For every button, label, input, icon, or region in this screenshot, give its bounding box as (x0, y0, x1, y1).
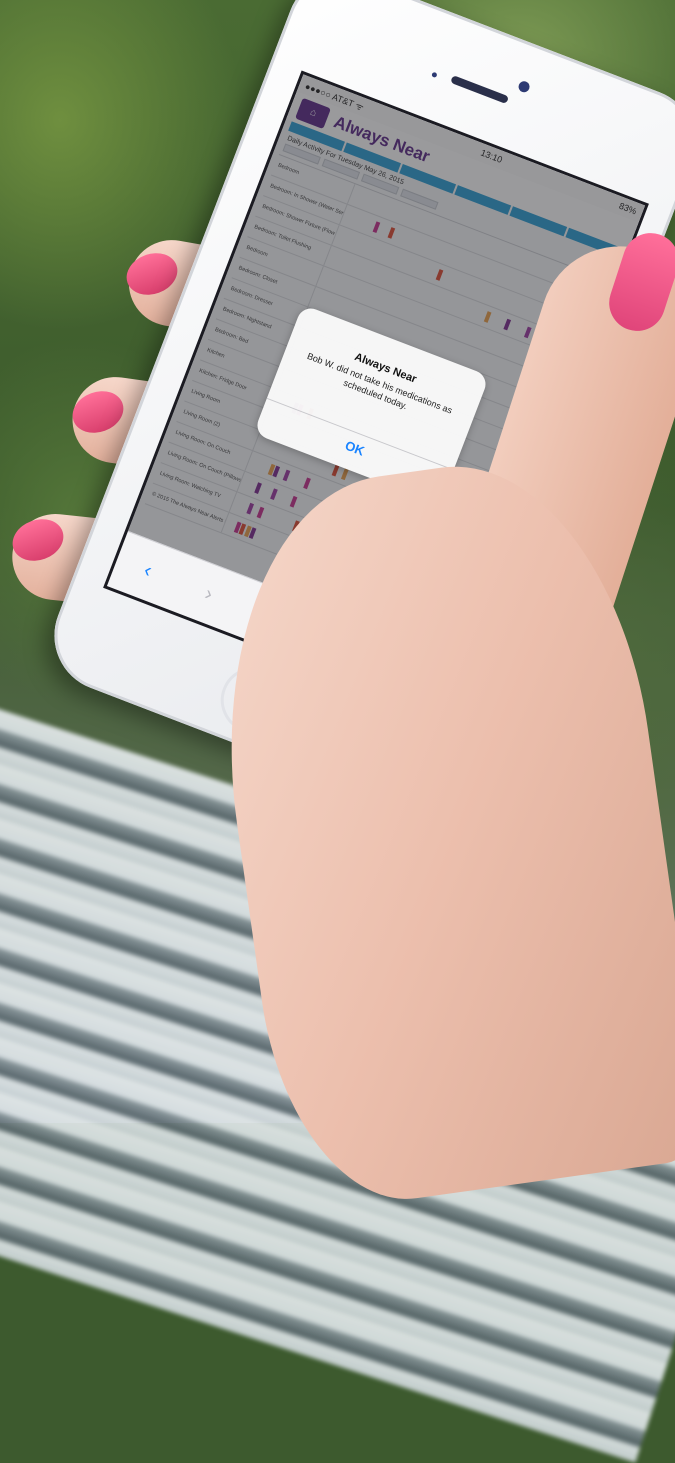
front-camera (516, 79, 532, 94)
earpiece-speaker (450, 75, 510, 105)
forward-icon[interactable]: › (202, 582, 216, 606)
back-icon[interactable]: ‹ (141, 559, 155, 583)
proximity-sensor (431, 71, 438, 79)
